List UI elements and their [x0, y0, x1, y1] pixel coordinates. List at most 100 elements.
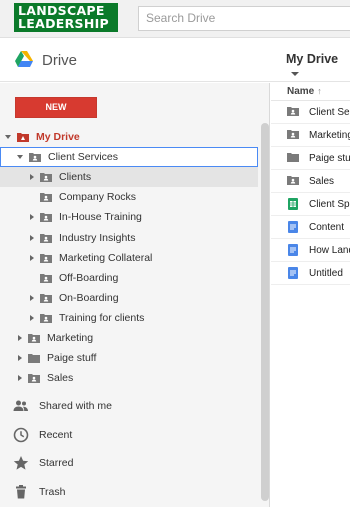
top-bar: LANDSCAPE LEADERSHIP Search Drive	[0, 0, 350, 38]
nav-item-recent[interactable]: Recent	[0, 423, 258, 447]
file-row[interactable]: Client Spreadsheet	[271, 193, 350, 216]
shared-folder-icon	[287, 175, 299, 187]
collapse-arrow-icon[interactable]	[17, 153, 25, 161]
tree-item-client-services[interactable]: Client Services	[0, 147, 258, 168]
tree-item-marketing[interactable]: Marketing	[0, 328, 258, 348]
nav-item-label: Shared with me	[39, 400, 112, 412]
tree-item-paige-stuff[interactable]: Paige stuff	[0, 348, 258, 368]
tree-item-label: Clients	[59, 171, 92, 184]
clock-icon	[13, 427, 29, 443]
search-input[interactable]: Search Drive	[138, 6, 350, 31]
name-column-label: Name	[287, 86, 315, 97]
nav-item-trash[interactable]: Trash	[0, 480, 258, 504]
file-name: Content	[309, 221, 345, 233]
expand-arrow-icon[interactable]	[28, 254, 36, 262]
expand-arrow-icon[interactable]	[16, 334, 24, 342]
file-name: Paige stuff	[309, 152, 350, 164]
file-row[interactable]: How Landscape	[271, 239, 350, 262]
tree-item-my-drive[interactable]: My Drive	[0, 127, 258, 147]
sort-arrow-icon: ↑	[317, 86, 322, 96]
tree-item-label: In-House Training	[59, 211, 142, 224]
my-drive-dropdown-button[interactable]: My Drive	[286, 52, 350, 80]
shared-folder-icon	[40, 212, 52, 223]
shared-folder-icon	[40, 233, 52, 243]
docs-icon	[287, 244, 299, 256]
nav-item-label: Recent	[39, 428, 73, 441]
tree-item-label: My Drive	[36, 131, 80, 143]
nav-item-starred[interactable]: Starred	[0, 451, 258, 475]
tree-item-label: Off-Boarding	[59, 271, 119, 284]
shared-folder-icon	[40, 273, 52, 283]
trash-icon	[13, 484, 29, 500]
expand-arrow-icon[interactable]	[28, 234, 36, 242]
file-name: Client Services	[309, 106, 350, 118]
tree-item-label: Sales	[47, 372, 74, 385]
expand-arrow-icon[interactable]	[28, 213, 36, 221]
shared-folder-icon	[28, 373, 40, 384]
file-row[interactable]: Client Services	[271, 101, 350, 124]
sidebar: NEW My Drive Client Services Clients Compan…	[0, 83, 270, 507]
file-name: Sales	[309, 175, 335, 187]
tree-item-label: Company Rocks	[59, 191, 137, 204]
file-list: Name↑ Client Services Marketing Paige stuf…	[271, 83, 350, 507]
shared-folder-icon	[40, 253, 52, 263]
collapse-arrow-icon[interactable]	[5, 133, 13, 141]
caret-down-icon	[291, 71, 299, 76]
tree-item-label: On-Boarding	[59, 291, 119, 304]
file-row[interactable]: Marketing	[271, 124, 350, 147]
drive-title: Drive	[42, 52, 78, 69]
tree-item-in-house-training[interactable]: In-House Training	[0, 207, 258, 227]
tree-item-clients[interactable]: Clients	[0, 167, 258, 188]
expand-arrow-icon[interactable]	[16, 354, 24, 362]
shared-folder-icon	[287, 129, 299, 141]
logo-line-2: LEADERSHIP	[18, 16, 109, 31]
tree-item-off-boarding[interactable]: Off-Boarding	[0, 268, 258, 288]
tree-item-label: Marketing Collateral	[59, 251, 153, 264]
star-icon	[13, 455, 29, 471]
file-name: Untitled	[309, 267, 343, 279]
drive-header: Drive My Drive	[0, 38, 350, 82]
file-row[interactable]: Content	[271, 216, 350, 239]
expand-arrow-icon[interactable]	[28, 173, 36, 181]
folder-icon	[28, 353, 40, 364]
tree-item-training-for-clients[interactable]: Training for clients	[0, 308, 258, 328]
tree-item-company-rocks[interactable]: Company Rocks	[0, 187, 258, 207]
shared-folder-icon	[287, 106, 299, 118]
nav-item-label: Starred	[39, 457, 74, 470]
file-name: Marketing	[309, 129, 350, 141]
expand-arrow-icon[interactable]	[16, 374, 24, 382]
tree-item-label: Paige stuff	[47, 352, 97, 365]
tree-item-industry-insights[interactable]: Industry Insights	[0, 228, 258, 248]
shared-folder-icon	[40, 192, 52, 203]
my-drive-icon	[17, 132, 29, 142]
file-row[interactable]: Untitled	[271, 262, 350, 285]
tree-item-marketing-collateral[interactable]: Marketing Collateral	[0, 248, 258, 268]
expand-arrow-icon[interactable]	[28, 314, 36, 322]
file-row[interactable]: Sales	[271, 170, 350, 193]
drive-logo-icon	[15, 51, 33, 67]
tree-item-sales[interactable]: Sales	[0, 368, 258, 388]
sidebar-scrollbar[interactable]	[261, 123, 269, 501]
tree-item-label: Training for clients	[59, 311, 145, 324]
company-logo[interactable]: LANDSCAPE LEADERSHIP	[14, 3, 118, 32]
folder-icon	[287, 152, 299, 164]
nav-item-shared-with-me[interactable]: Shared with me	[0, 394, 258, 418]
shared-folder-icon	[40, 313, 52, 323]
shared-folder-icon	[28, 333, 40, 343]
name-column-header[interactable]: Name ↑	[271, 83, 350, 101]
new-button[interactable]: NEW	[15, 97, 97, 118]
file-row[interactable]: Paige stuff	[271, 147, 350, 170]
tree-item-on-boarding[interactable]: On-Boarding	[0, 288, 258, 308]
file-name: How Landscape	[309, 244, 350, 256]
docs-icon	[287, 221, 299, 233]
shared-folder-icon	[29, 152, 41, 163]
tree-item-label: Industry Insights	[59, 231, 136, 244]
shared-folder-icon	[40, 172, 52, 183]
my-drive-dropdown-label: My Drive	[286, 52, 339, 66]
sheets-icon	[287, 198, 299, 210]
people-icon	[13, 398, 29, 414]
expand-arrow-icon[interactable]	[28, 294, 36, 302]
shared-folder-icon	[40, 293, 52, 303]
